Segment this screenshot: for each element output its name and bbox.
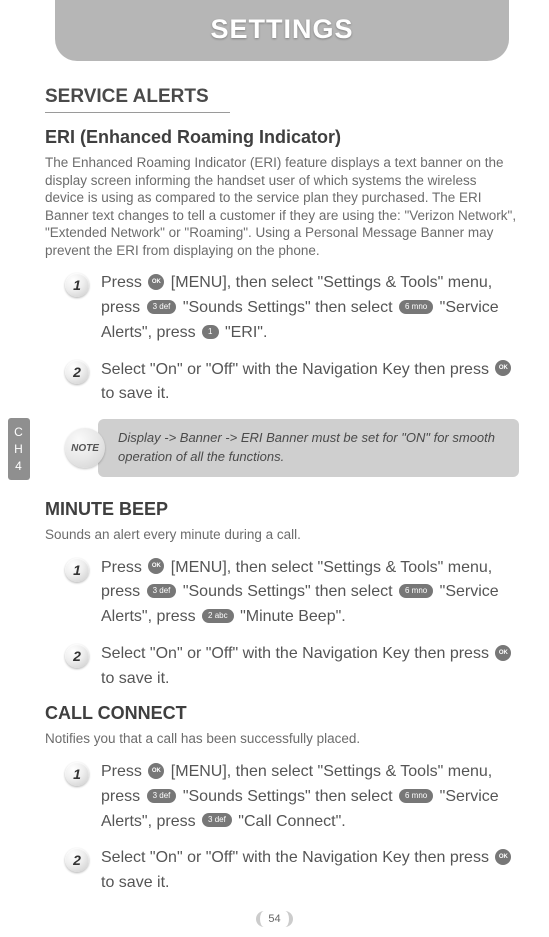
key-6-icon: 6 mno bbox=[399, 584, 433, 598]
ok-key-icon: OK bbox=[495, 360, 511, 376]
note-icon: NOTE bbox=[65, 428, 105, 468]
minute-beep-block: MINUTE BEEP Sounds an alert every minute… bbox=[45, 499, 519, 692]
step-number-badge: 2 bbox=[65, 644, 89, 668]
step-number-badge: 2 bbox=[65, 360, 89, 384]
step-number-badge: 1 bbox=[65, 273, 89, 297]
text-part: "Sounds Settings" then select bbox=[178, 583, 397, 600]
text-part: to save it. bbox=[101, 874, 169, 891]
key-3-icon: 3 def bbox=[147, 584, 177, 598]
text-part: Select "On" or "Off" with the Navigation… bbox=[101, 645, 493, 662]
chapter-tab-line: 4 bbox=[8, 458, 30, 475]
text-part: Select "On" or "Off" with the Navigation… bbox=[101, 361, 493, 378]
ok-key-icon: OK bbox=[148, 558, 164, 574]
call-step-1: 1 Press OK [MENU], then select "Settings… bbox=[65, 760, 519, 834]
text-part: "Call Connect". bbox=[234, 813, 346, 830]
ok-key-icon: OK bbox=[495, 849, 511, 865]
text-part: "Sounds Settings" then select bbox=[178, 788, 397, 805]
eri-title: ERI (Enhanced Roaming Indicator) bbox=[45, 127, 519, 148]
eri-block: ERI (Enhanced Roaming Indicator) The Enh… bbox=[45, 127, 519, 477]
text-part: Press bbox=[101, 763, 146, 780]
step-text: Select "On" or "Off" with the Navigation… bbox=[101, 642, 519, 692]
minute-beep-title: MINUTE BEEP bbox=[45, 499, 519, 520]
header-bar: SETTINGS bbox=[55, 0, 509, 61]
page: SETTINGS C H 4 SERVICE ALERTS ERI (Enhan… bbox=[0, 0, 549, 937]
step-number-badge: 2 bbox=[65, 848, 89, 872]
text-part: "ERI". bbox=[221, 324, 268, 341]
call-connect-title: CALL CONNECT bbox=[45, 703, 519, 724]
note-text: Display -> Banner -> ERI Banner must be … bbox=[98, 419, 519, 477]
step-text: Select "On" or "Off" with the Navigation… bbox=[101, 846, 519, 896]
section-title: SERVICE ALERTS bbox=[45, 86, 519, 108]
step-text: Press OK [MENU], then select "Settings &… bbox=[101, 760, 519, 834]
text-part: "Sounds Settings" then select bbox=[178, 299, 397, 316]
chapter-tab-line: H bbox=[8, 441, 30, 458]
chapter-tab-line: C bbox=[8, 424, 30, 441]
key-6-icon: 6 mno bbox=[399, 789, 433, 803]
text-part: Select "On" or "Off" with the Navigation… bbox=[101, 849, 493, 866]
key-3-icon: 3 def bbox=[147, 789, 177, 803]
key-1-icon: 1 bbox=[202, 325, 218, 339]
key-2-icon: 2 abc bbox=[202, 609, 234, 623]
chapter-tab: C H 4 bbox=[8, 418, 30, 480]
key-6-icon: 6 mno bbox=[399, 300, 433, 314]
call-connect-block: CALL CONNECT Notifies you that a call ha… bbox=[45, 703, 519, 896]
step-text: Press OK [MENU], then select "Settings &… bbox=[101, 556, 519, 630]
section-rule bbox=[45, 112, 230, 113]
minute-step-2: 2 Select "On" or "Off" with the Navigati… bbox=[65, 642, 519, 692]
eri-note: NOTE Display -> Banner -> ERI Banner mus… bbox=[65, 419, 519, 477]
text-part: to save it. bbox=[101, 385, 169, 402]
step-text: Select "On" or "Off" with the Navigation… bbox=[101, 358, 519, 408]
eri-step-2: 2 Select "On" or "Off" with the Navigati… bbox=[65, 358, 519, 408]
text-part: to save it. bbox=[101, 670, 169, 687]
minute-step-1: 1 Press OK [MENU], then select "Settings… bbox=[65, 556, 519, 630]
eri-description: The Enhanced Roaming Indicator (ERI) fea… bbox=[45, 154, 519, 259]
call-connect-description: Notifies you that a call has been succes… bbox=[45, 730, 519, 748]
text-part: Press bbox=[101, 559, 146, 576]
key-3-icon: 3 def bbox=[147, 300, 177, 314]
step-text: Press OK [MENU], then select "Settings &… bbox=[101, 271, 519, 345]
step-number-badge: 1 bbox=[65, 762, 89, 786]
key-3-icon: 3 def bbox=[202, 813, 232, 827]
ok-key-icon: OK bbox=[148, 274, 164, 290]
text-part: "Minute Beep". bbox=[236, 608, 346, 625]
header-title: SETTINGS bbox=[55, 14, 509, 45]
text-part: Press bbox=[101, 274, 146, 291]
page-number-wrap: 54 bbox=[0, 909, 549, 927]
step-number-badge: 1 bbox=[65, 558, 89, 582]
ok-key-icon: OK bbox=[148, 763, 164, 779]
eri-step-1: 1 Press OK [MENU], then select "Settings… bbox=[65, 271, 519, 345]
call-step-2: 2 Select "On" or "Off" with the Navigati… bbox=[65, 846, 519, 896]
ok-key-icon: OK bbox=[495, 645, 511, 661]
minute-beep-description: Sounds an alert every minute during a ca… bbox=[45, 526, 519, 544]
page-number: 54 bbox=[256, 911, 292, 927]
